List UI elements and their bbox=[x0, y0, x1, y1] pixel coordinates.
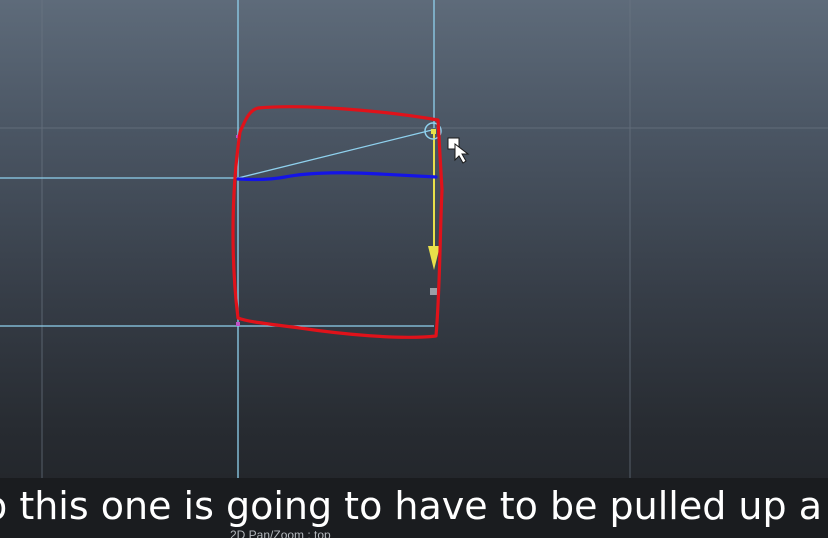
blue-annotation-line bbox=[236, 171, 438, 182]
viewport-canvas[interactable] bbox=[0, 0, 828, 538]
viewport-grid bbox=[0, 0, 828, 478]
nurbs-curves[interactable] bbox=[0, 0, 435, 478]
maya-viewport[interactable]: o this one is going to have to be pulled… bbox=[0, 0, 828, 538]
video-caption: o this one is going to have to be pulled… bbox=[0, 484, 828, 528]
curve-diagonal bbox=[237, 129, 433, 179]
view-label: 2D Pan/Zoom : top bbox=[230, 528, 331, 538]
move-cursor-icon bbox=[447, 137, 470, 164]
red-annotation-outline bbox=[231, 105, 444, 339]
scale-handle[interactable] bbox=[430, 288, 437, 295]
curve-point bbox=[236, 322, 240, 326]
pivot-handle[interactable] bbox=[431, 129, 436, 134]
